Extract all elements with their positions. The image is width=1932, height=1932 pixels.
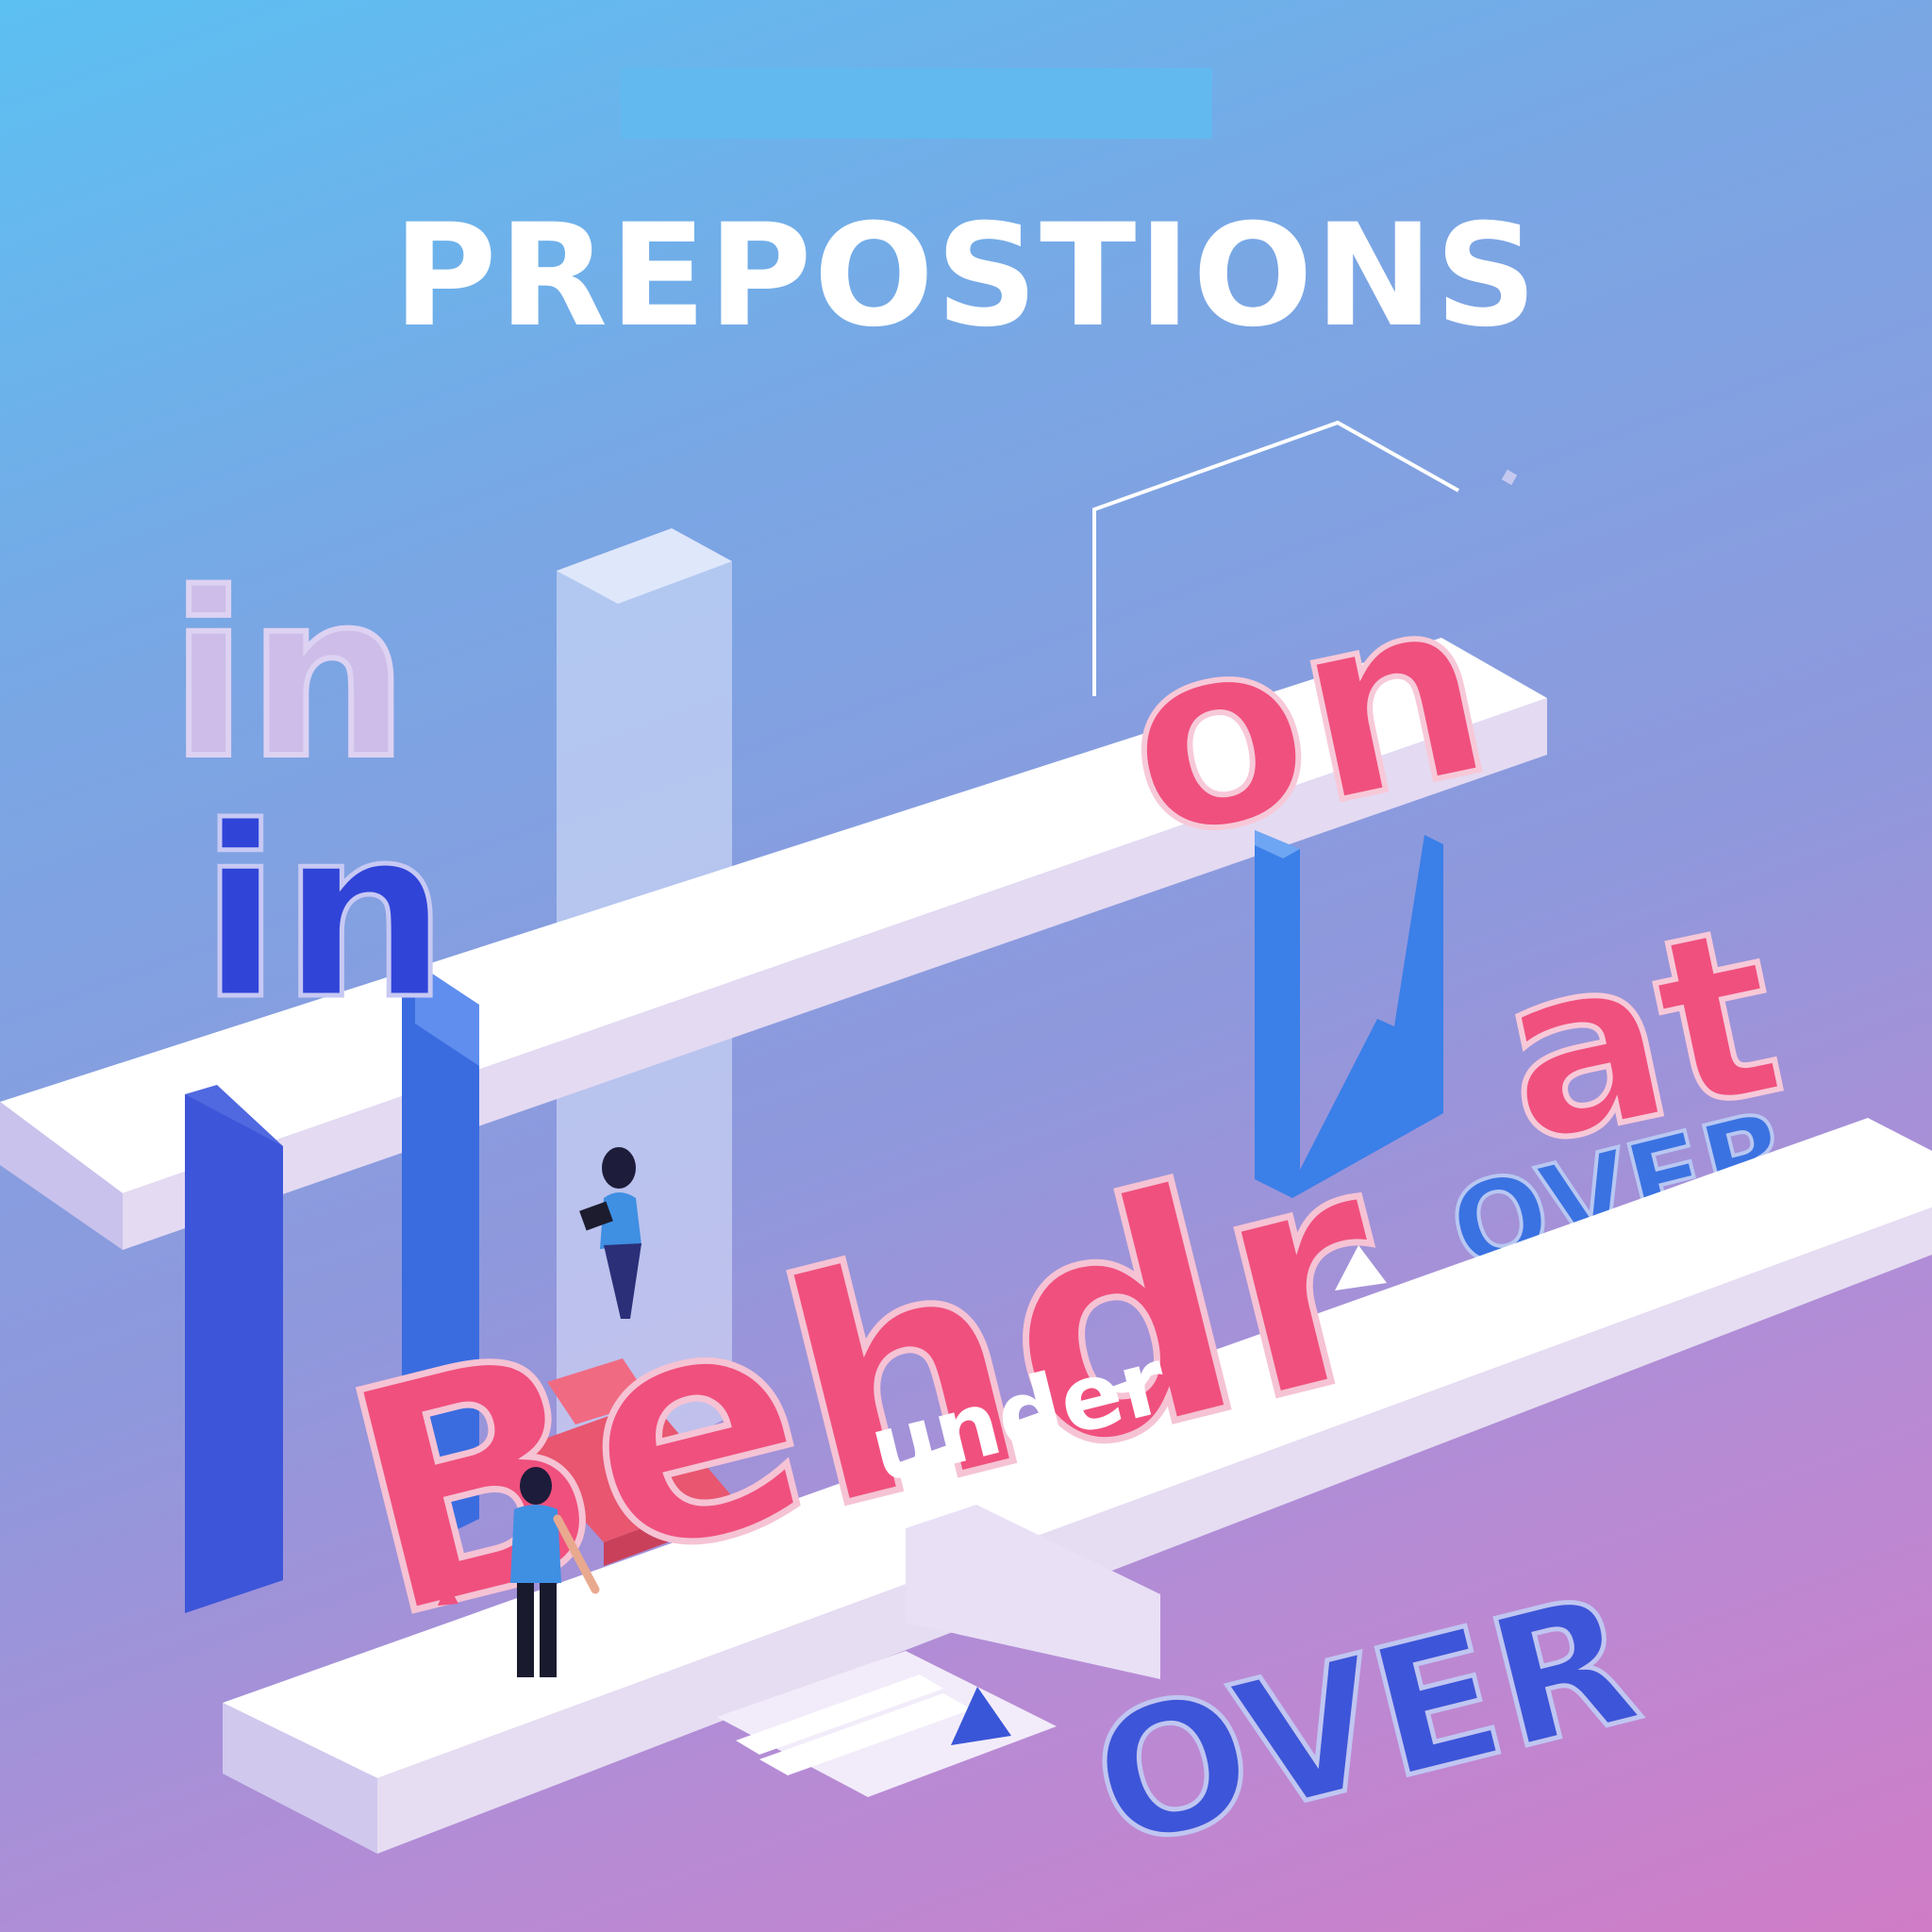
word-on: on (1101, 534, 1511, 899)
small-dot (1501, 469, 1518, 486)
word-in: in (200, 776, 449, 1051)
isometric-scene: in in on at OVER Behdr under OVER (0, 420, 1932, 1891)
word-over-lower: OVER (1074, 1555, 1656, 1890)
blue-pillar-left (185, 1094, 283, 1613)
word-in-faded: in (170, 544, 408, 808)
